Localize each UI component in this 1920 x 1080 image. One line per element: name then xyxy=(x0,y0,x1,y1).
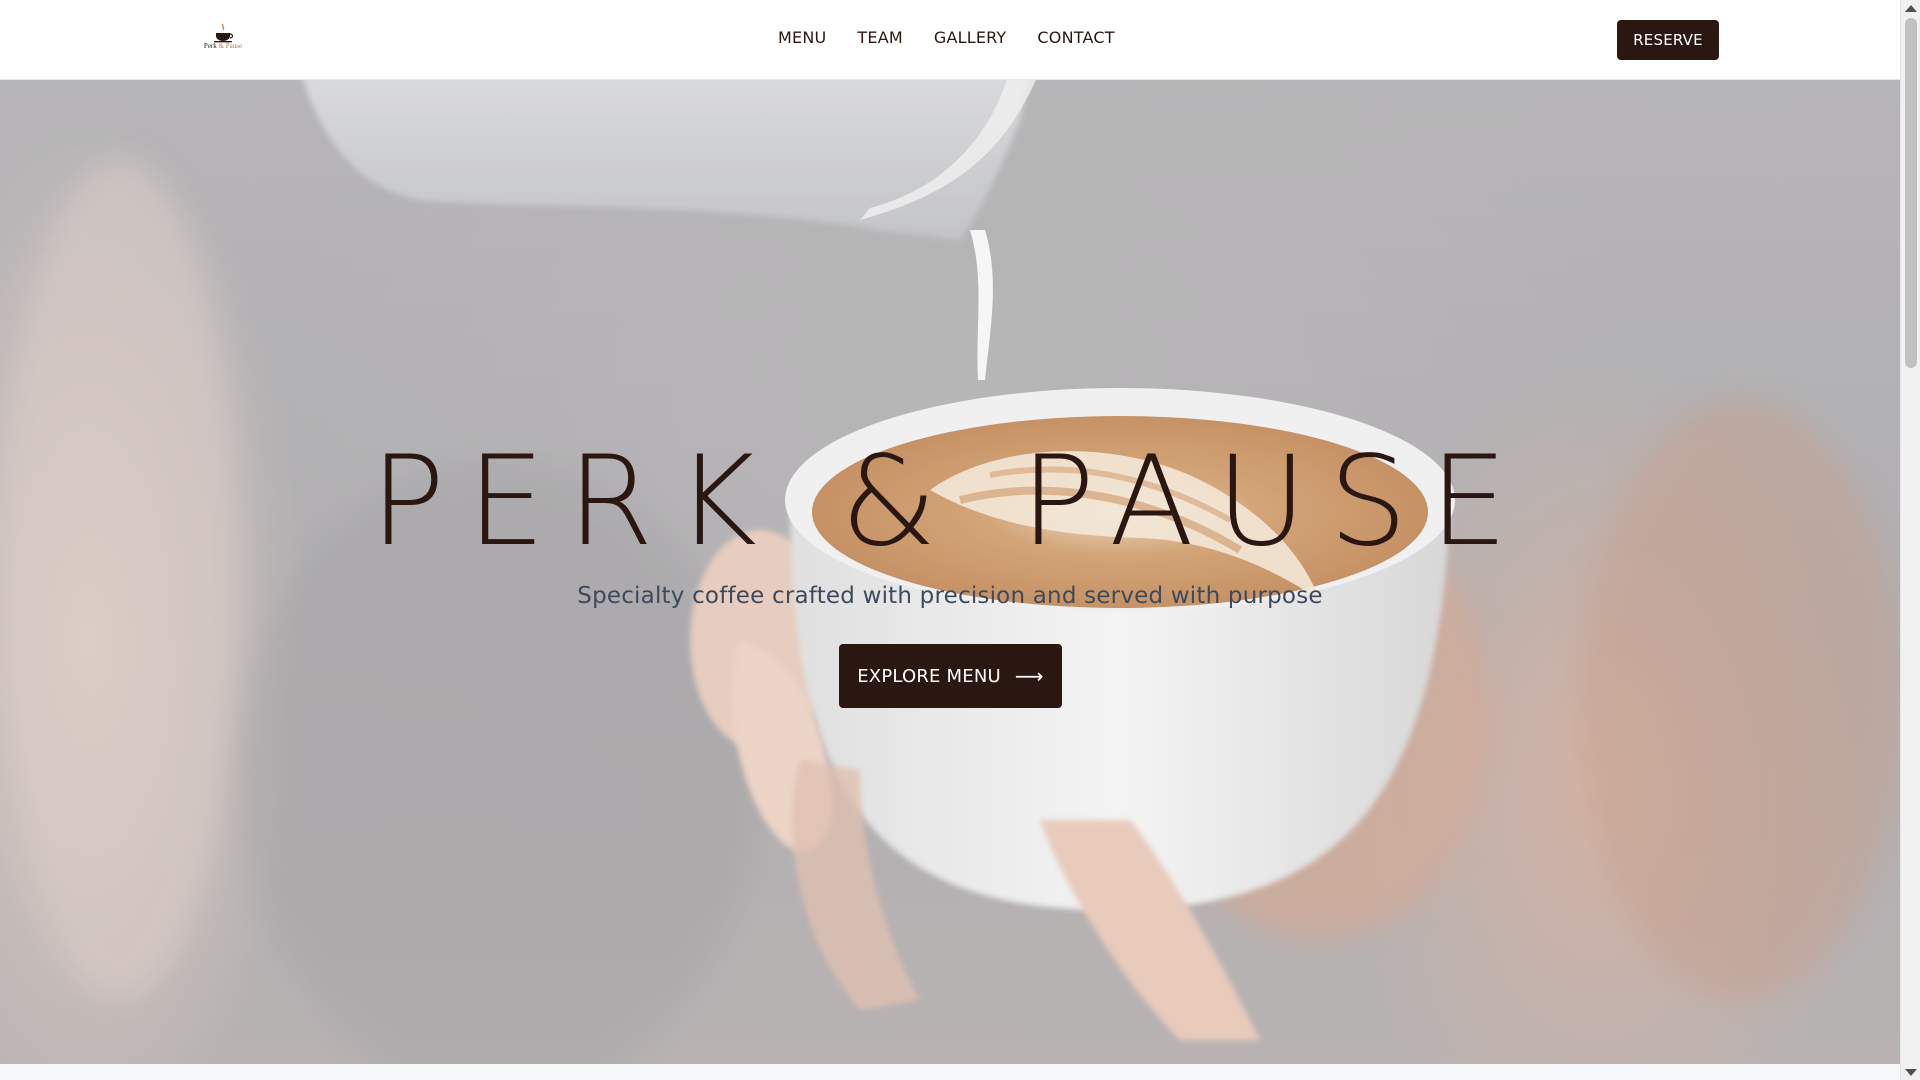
reserve-button[interactable]: RESERVE xyxy=(1617,20,1719,60)
explore-menu-button[interactable]: EXPLORE MENU ⟶ xyxy=(839,644,1062,708)
arrow-right-icon: ⟶ xyxy=(1014,664,1044,688)
caret-down-icon xyxy=(1905,1068,1917,1076)
next-section-edge xyxy=(0,1064,1900,1080)
caret-up-icon xyxy=(1905,4,1917,12)
coffee-cup-icon xyxy=(214,23,234,43)
scroll-thumb[interactable] xyxy=(1905,18,1917,368)
logo-word-pause: Pause xyxy=(225,42,243,50)
page-scrollbar[interactable] xyxy=(1900,0,1920,1080)
explore-menu-label: EXPLORE MENU xyxy=(857,665,1001,687)
hero-title: PERK & PAUSE xyxy=(370,430,1530,574)
scroll-up-button[interactable] xyxy=(1901,0,1920,16)
hero-subtitle: Specialty coffee crafted with precision … xyxy=(577,583,1323,609)
scroll-down-button[interactable] xyxy=(1901,1064,1920,1080)
nav-menu-link[interactable]: MENU xyxy=(778,28,826,47)
nav-gallery-link[interactable]: GALLERY xyxy=(934,28,1007,47)
logo-ampersand: & xyxy=(218,42,224,50)
site-header: Perk & Pause MENU TEAM GALLERY CONTACT R… xyxy=(0,0,1900,80)
nav-contact-link[interactable]: CONTACT xyxy=(1037,28,1114,47)
hero-section: PERK & PAUSE Specialty coffee crafted wi… xyxy=(0,80,1900,1064)
main-nav: MENU TEAM GALLERY CONTACT xyxy=(778,28,1115,47)
nav-team-link[interactable]: TEAM xyxy=(857,28,902,47)
logo-word-perk: Perk xyxy=(203,42,217,50)
logo[interactable]: Perk & Pause xyxy=(202,22,244,56)
logo-wordmark: Perk & Pause xyxy=(202,42,244,50)
